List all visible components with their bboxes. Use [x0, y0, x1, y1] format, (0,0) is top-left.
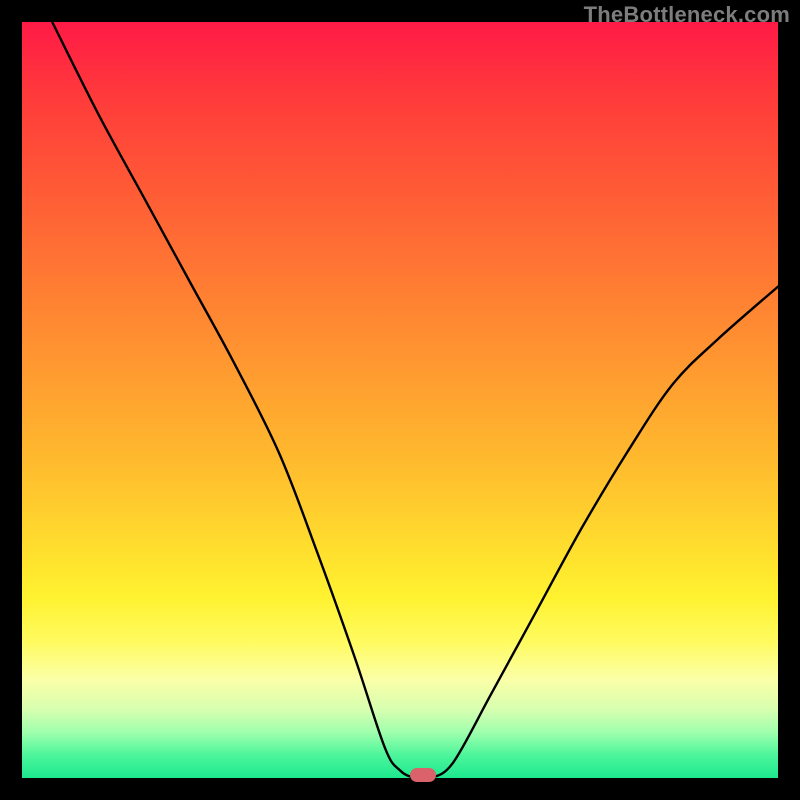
bottleneck-curve — [22, 22, 778, 778]
optimal-point-marker — [410, 768, 436, 782]
chart-plot-area — [22, 22, 778, 778]
chart-frame: TheBottleneck.com — [0, 0, 800, 800]
